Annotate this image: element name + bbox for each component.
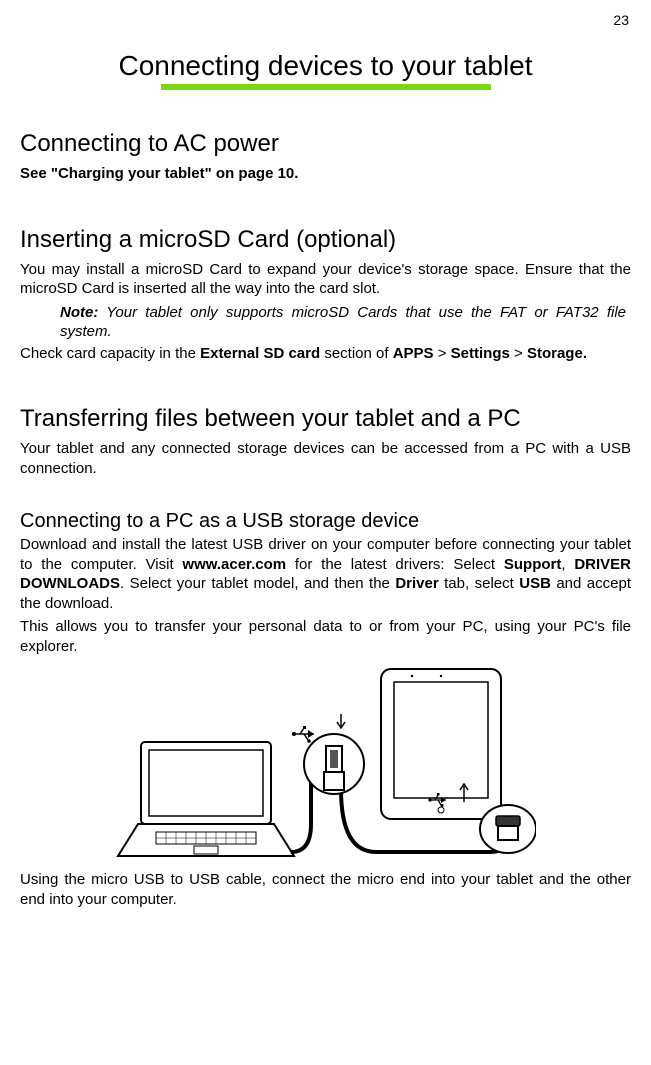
usb-connection-illustration	[20, 664, 631, 864]
text-bold: APPS	[393, 345, 434, 362]
note-label: Note:	[60, 304, 98, 321]
text-bold: Support	[504, 556, 562, 573]
heading-ac-power: Connecting to AC power	[20, 130, 631, 158]
text-fragment: Check card capacity in the	[20, 345, 200, 362]
transfer-p1: Your tablet and any connected storage de…	[20, 439, 631, 478]
microsd-p2: Check card capacity in the External SD c…	[20, 344, 631, 364]
text-fragment: . Select your tablet model, and then the	[120, 575, 395, 592]
microsd-note: Note: Your tablet only supports microSD …	[60, 303, 626, 342]
heading-transfer: Transferring files between your tablet a…	[20, 405, 631, 433]
title-underline	[161, 84, 491, 90]
note-body: Your tablet only supports microSD Cards …	[60, 304, 626, 341]
document-title: Connecting devices to your tablet	[20, 50, 631, 82]
microsd-p1: You may install a microSD Card to expand…	[20, 260, 631, 299]
heading-pc-usb: Connecting to a PC as a USB storage devi…	[20, 510, 631, 533]
tablet-icon	[381, 669, 501, 819]
pc-usb-p1: Download and install the latest USB driv…	[20, 535, 631, 613]
text-fragment: >	[434, 345, 451, 362]
pc-usb-p2: This allows you to transfer your persona…	[20, 617, 631, 656]
pc-usb-p3: Using the micro USB to USB cable, connec…	[20, 870, 631, 909]
laptop-icon	[118, 742, 294, 856]
text-bold: www.acer.com	[182, 556, 286, 573]
ac-power-text: See "Charging your tablet" on page 10.	[20, 164, 631, 184]
text-bold: USB	[519, 575, 551, 592]
text-fragment: tab, select	[439, 575, 520, 592]
text-fragment: ,	[561, 556, 574, 573]
page-number: 23	[613, 12, 629, 28]
text-fragment: section of	[320, 345, 393, 362]
text-fragment: for the latest drivers: Select	[286, 556, 504, 573]
usb-diagram-svg	[116, 664, 536, 864]
text-bold: Storage.	[527, 345, 587, 362]
heading-microsd: Inserting a microSD Card (optional)	[20, 226, 631, 254]
usb-a-callout-icon	[292, 714, 364, 794]
text-bold: External SD card	[200, 345, 320, 362]
text-bold: Settings	[451, 345, 510, 362]
text-bold: Driver	[395, 575, 438, 592]
text-fragment: >	[510, 345, 527, 362]
